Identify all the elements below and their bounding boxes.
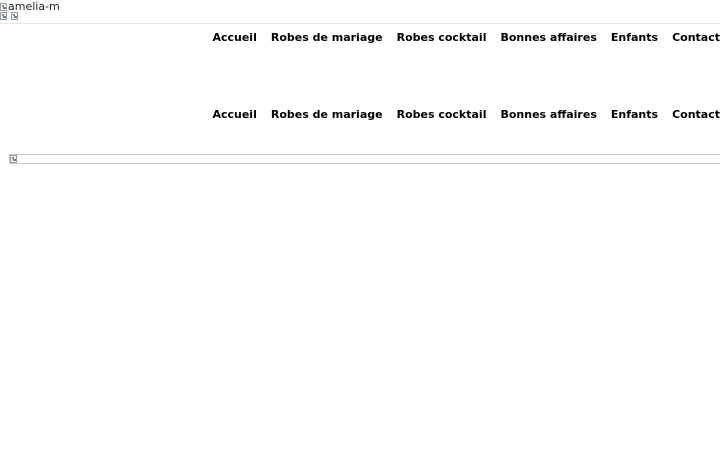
broken-image-icon xyxy=(0,2,7,11)
nav-item-accueil[interactable]: Accueil xyxy=(212,31,256,45)
nav-item-contact[interactable]: Contact xyxy=(672,31,720,45)
nav-item-bonnes-affaires[interactable]: Bonnes affaires xyxy=(500,31,596,45)
nav-item-robes-cocktail[interactable]: Robes cocktail xyxy=(397,108,487,122)
flag-icon xyxy=(0,12,7,20)
nav-item-contact[interactable]: Contact xyxy=(672,108,720,122)
site-logo[interactable]: amelia-m xyxy=(0,0,60,13)
nav-item-robes-de-mariage[interactable]: Robes de mariage xyxy=(271,108,383,122)
page: amelia-m Accueil Robes de mariage Robes … xyxy=(0,0,720,450)
flag-icon xyxy=(11,12,18,20)
nav-item-enfants[interactable]: Enfants xyxy=(611,31,658,45)
nav-item-bonnes-affaires[interactable]: Bonnes affaires xyxy=(500,108,596,122)
broken-image-icon xyxy=(10,155,17,163)
main-nav: Accueil Robes de mariage Robes cocktail … xyxy=(212,31,720,45)
language-flag-fr[interactable] xyxy=(0,12,7,20)
banner-image xyxy=(9,154,720,164)
nav-item-accueil[interactable]: Accueil xyxy=(212,108,256,122)
language-flag-en[interactable] xyxy=(11,12,18,20)
secondary-nav: Accueil Robes de mariage Robes cocktail … xyxy=(212,108,720,122)
nav-item-enfants[interactable]: Enfants xyxy=(611,108,658,122)
site-header: amelia-m xyxy=(0,0,720,24)
nav-item-robes-cocktail[interactable]: Robes cocktail xyxy=(397,31,487,45)
nav-item-robes-de-mariage[interactable]: Robes de mariage xyxy=(271,31,383,45)
